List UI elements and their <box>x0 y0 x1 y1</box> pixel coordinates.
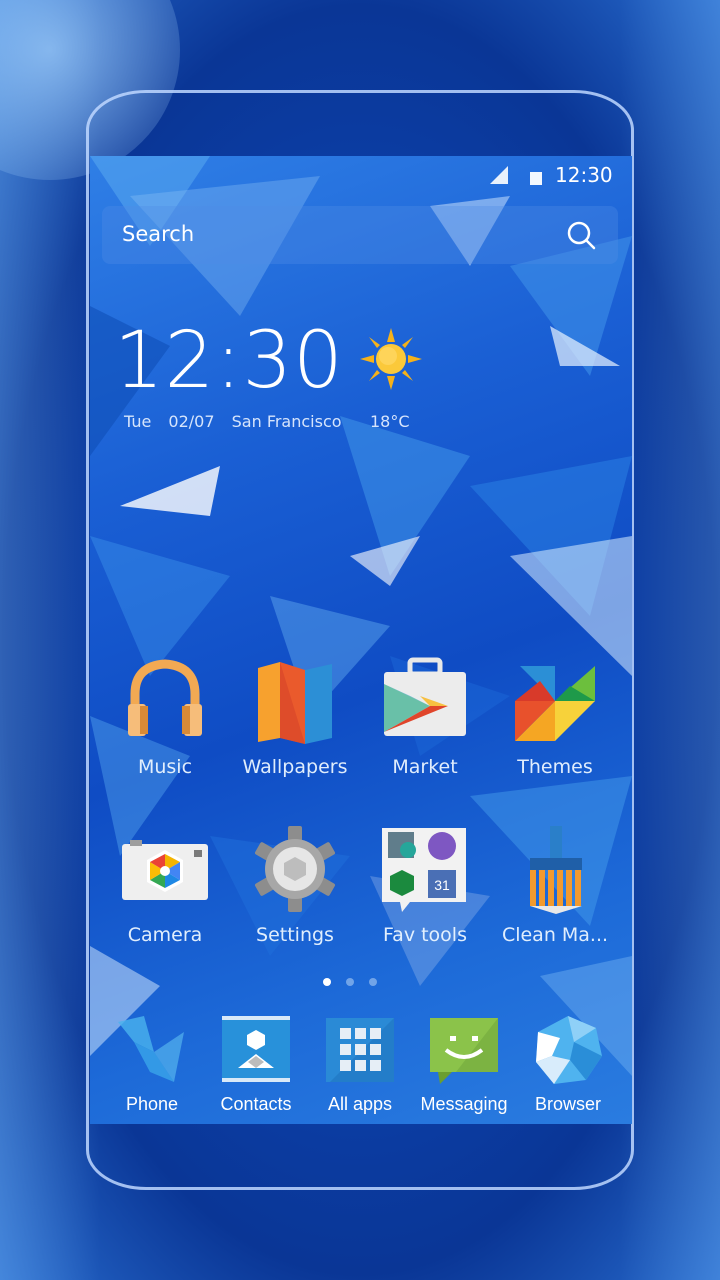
dock-label: Contacts <box>220 1094 292 1114</box>
search-placeholder: Search <box>122 222 195 246</box>
search-bar[interactable]: Search <box>102 206 618 264</box>
app-market[interactable]: Market <box>360 656 490 778</box>
app-label: Wallpapers <box>242 756 348 778</box>
app-label: Settings <box>256 924 334 946</box>
broom-icon <box>530 826 582 914</box>
home-screen: 12:30 Search 12:30 Tue 02/07 San Francis… <box>90 156 632 1124</box>
dock-label: Browser <box>534 1094 601 1114</box>
status-bar: 12:30 <box>90 156 632 194</box>
app-label: Music <box>137 756 193 778</box>
app-wallpapers[interactable]: Wallpapers <box>230 656 360 778</box>
dock-contacts[interactable]: Contacts <box>204 1012 308 1115</box>
dock-messaging[interactable]: Messaging <box>412 1012 516 1115</box>
page-indicator[interactable] <box>318 976 408 988</box>
contacts-icon <box>222 1016 290 1082</box>
app-music[interactable]: Music <box>100 656 230 778</box>
app-label: Camera <box>127 924 203 946</box>
page-dot-active[interactable] <box>323 978 331 986</box>
folded-map-icon <box>258 662 332 744</box>
app-settings[interactable]: Settings <box>230 824 360 946</box>
clock-city: San Francisco <box>231 412 342 431</box>
search-icon[interactable] <box>566 220 596 250</box>
dock-label: Messaging <box>420 1094 508 1114</box>
clock-day: Tue <box>124 412 152 431</box>
globe-icon <box>536 1016 602 1084</box>
phone-icon <box>118 1016 184 1082</box>
app-label: Themes <box>517 756 593 778</box>
clock-time[interactable]: 12:30 <box>114 316 344 406</box>
dock-label: Phone <box>125 1094 179 1114</box>
headphones-icon <box>128 659 202 736</box>
temperature: 18°C <box>370 412 410 431</box>
dock-browser[interactable]: Browser <box>516 1012 620 1115</box>
app-themes[interactable]: Themes <box>490 656 620 778</box>
gear-icon <box>254 826 336 912</box>
sun-icon[interactable] <box>360 328 422 390</box>
message-icon <box>430 1018 498 1084</box>
app-fav-tools-folder[interactable]: 31 Fav tools <box>360 824 490 946</box>
signal-icon <box>490 166 508 184</box>
page-dot[interactable] <box>346 978 354 986</box>
app-camera[interactable]: Camera <box>100 824 230 946</box>
camera-icon <box>122 840 208 900</box>
dock-phone[interactable]: Phone <box>100 1012 204 1115</box>
background-glow-right <box>620 0 720 1280</box>
dock-label: All apps <box>327 1094 393 1114</box>
app-clean-master[interactable]: Clean Ma... <box>490 824 620 946</box>
folder-icon: 31 <box>382 828 466 912</box>
pinwheel-icon <box>515 666 595 741</box>
play-store-bag-icon <box>384 657 466 736</box>
battery-icon <box>530 172 542 185</box>
date-line: Tue 02/07 San Francisco <box>124 412 354 431</box>
app-label: Fav tools <box>383 924 467 946</box>
dock-all-apps[interactable]: All apps <box>308 1012 412 1115</box>
app-label: Market <box>392 756 458 778</box>
status-time: 12:30 <box>555 163 613 187</box>
app-label: Clean Ma... <box>501 924 609 946</box>
app-grid-icon <box>326 1018 394 1082</box>
page-dot[interactable] <box>369 978 377 986</box>
clock-date: 02/07 <box>168 412 215 431</box>
svg-text:31: 31 <box>434 877 450 893</box>
background-glow-left <box>0 0 100 1280</box>
